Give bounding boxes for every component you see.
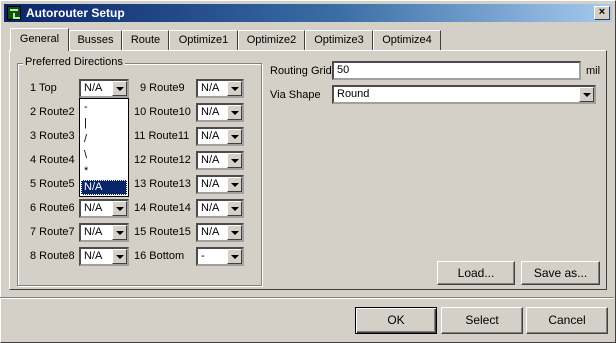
layer-label: 3 Route3 — [30, 130, 75, 142]
tab-optimize3[interactable]: Optimize3 — [305, 30, 373, 50]
layer-label: 15 Route15 — [134, 226, 191, 238]
layer-direction-select[interactable]: N/A — [79, 223, 129, 242]
tab-optimize2[interactable]: Optimize2 — [238, 30, 305, 50]
layer-label: 13 Route13 — [134, 178, 191, 190]
dropdown-option[interactable]: * — [81, 164, 127, 179]
select-button[interactable]: Select — [441, 307, 523, 334]
eagle-app-icon — [7, 6, 21, 20]
layer-label: 5 Route5 — [30, 178, 75, 190]
layer-label: 7 Route7 — [30, 226, 75, 238]
layer-label: 14 Route14 — [134, 202, 191, 214]
load-button[interactable]: Load... — [437, 261, 515, 285]
chevron-down-icon[interactable] — [579, 87, 594, 102]
direction-dropdown-list[interactable]: - | / \ * N/A — [79, 98, 129, 197]
layer-direction-select[interactable]: N/A — [196, 223, 244, 242]
tab-busses[interactable]: Busses — [69, 30, 122, 50]
window-title: Autorouter Setup — [26, 6, 125, 20]
dropdown-option[interactable]: / — [81, 132, 127, 147]
chevron-down-icon[interactable] — [112, 201, 127, 216]
dropdown-option-selected[interactable]: N/A — [81, 180, 127, 195]
layer-direction-select[interactable]: N/A — [79, 79, 129, 98]
chevron-down-icon[interactable] — [227, 249, 242, 264]
layer-label: 2 Route2 — [30, 106, 75, 118]
layer-label: 12 Route12 — [134, 154, 191, 166]
chevron-down-icon[interactable] — [227, 129, 242, 144]
chevron-down-icon[interactable] — [227, 177, 242, 192]
via-shape-select[interactable]: Round — [332, 85, 596, 104]
close-button[interactable]: × — [594, 6, 610, 20]
layer-direction-select[interactable]: N/A — [79, 247, 129, 266]
layer-direction-select[interactable]: - — [196, 247, 244, 266]
via-shape-label: Via Shape — [270, 89, 321, 101]
chevron-down-icon[interactable] — [227, 105, 242, 120]
layer-direction-select[interactable]: N/A — [196, 103, 244, 122]
layer-direction-select[interactable]: N/A — [196, 127, 244, 146]
dropdown-option[interactable]: - — [81, 100, 127, 115]
chevron-down-icon[interactable] — [112, 249, 127, 264]
layer-label: 8 Route8 — [30, 250, 75, 262]
layer-label: 4 Route4 — [30, 154, 75, 166]
dropdown-option[interactable]: \ — [81, 148, 127, 163]
divider — [0, 297, 614, 299]
layer-direction-select[interactable]: N/A — [196, 151, 244, 170]
layer-label: 9 Route9 — [140, 82, 185, 94]
chevron-down-icon[interactable] — [112, 225, 127, 240]
layer-label: 11 Route11 — [134, 130, 190, 142]
preferred-directions-label: Preferred Directions — [23, 56, 125, 68]
layer-label: 16 Bottom — [134, 250, 185, 262]
routing-grid-input[interactable]: 50 — [332, 61, 581, 80]
title-bar: Autorouter Setup × — [4, 4, 612, 22]
dropdown-option[interactable]: | — [81, 116, 127, 131]
tab-optimize4[interactable]: Optimize4 — [373, 30, 441, 50]
save-as-button[interactable]: Save as... — [521, 261, 600, 285]
tab-optimize1[interactable]: Optimize1 — [169, 30, 238, 50]
layer-direction-select[interactable]: N/A — [79, 199, 129, 218]
routing-grid-label: Routing Grid — [270, 65, 332, 77]
layer-direction-select[interactable]: N/A — [196, 175, 244, 194]
chevron-down-icon[interactable] — [227, 81, 242, 96]
cancel-button[interactable]: Cancel — [526, 307, 608, 334]
layer-direction-select[interactable]: N/A — [196, 79, 244, 98]
chevron-down-icon[interactable] — [227, 225, 242, 240]
layer-label: 1 Top — [30, 82, 57, 94]
tab-route[interactable]: Route — [122, 30, 169, 50]
chevron-down-icon[interactable] — [112, 81, 127, 96]
layer-label: 10 Route10 — [134, 106, 191, 118]
routing-grid-unit: mil — [586, 65, 601, 77]
tab-general[interactable]: General — [10, 28, 69, 51]
chevron-down-icon[interactable] — [227, 153, 242, 168]
ok-button[interactable]: OK — [355, 307, 437, 334]
layer-direction-select[interactable]: N/A — [196, 199, 244, 218]
chevron-down-icon[interactable] — [227, 201, 242, 216]
layer-label: 6 Route6 — [30, 202, 75, 214]
